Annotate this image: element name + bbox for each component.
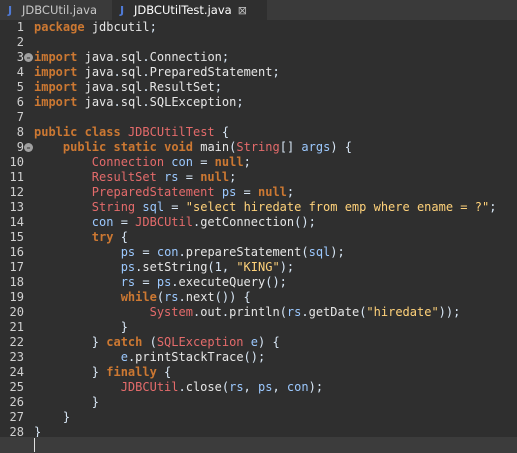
line-number: 1 — [16, 20, 24, 34]
line-number: 14 — [9, 215, 24, 229]
code-text: import java.sql.PreparedStatement; — [34, 65, 280, 79]
code-line[interactable]: 11 ResultSet rs = null; — [0, 170, 517, 185]
line-number: 11 — [9, 170, 24, 184]
code-line[interactable]: 24 } finally { — [0, 365, 517, 380]
code-line[interactable]: 23 e.printStackTrace(); — [0, 350, 517, 365]
line-number: 15 — [9, 230, 24, 244]
editor-tab-bar: J JDBCUtil.java J JDBCUtilTest.java ⊠ — [0, 0, 517, 21]
line-number: 21 — [9, 320, 24, 334]
text-cursor — [34, 438, 35, 452]
code-text: } catch (SQLException e) { — [34, 335, 280, 349]
code-text: con = JDBCUtil.getConnection(); — [91, 215, 316, 229]
code-text: JDBCUtil.close(rs, ps, con); — [120, 380, 324, 394]
code-line[interactable]: 15 try { — [0, 230, 517, 245]
code-editor-window: J JDBCUtil.java J JDBCUtilTest.java ⊠ 1p… — [0, 0, 517, 453]
line-number: 12 — [9, 185, 24, 199]
code-line[interactable]: 3– import java.sql.Connection; — [0, 50, 517, 65]
code-text: rs = ps.executeQuery(); — [120, 275, 287, 289]
line-number: 24 — [9, 365, 24, 379]
code-text: import java.sql.SQLException; — [34, 95, 244, 109]
line-number: 4 — [16, 65, 24, 79]
code-line[interactable]: 18 rs = ps.executeQuery(); — [0, 275, 517, 290]
code-line[interactable]: 14 con = JDBCUtil.getConnection(); — [0, 215, 517, 230]
code-text: import java.sql.ResultSet; — [34, 80, 222, 94]
code-line[interactable]: 25 JDBCUtil.close(rs, ps, con); — [0, 380, 517, 395]
code-area[interactable]: 1 package jdbcutil; 2 3– import java.sql.Con… — [0, 20, 517, 440]
tab-jdbcutil-java[interactable]: J JDBCUtil.java — [0, 0, 112, 20]
code-text: public static void main(String[] args) { — [62, 140, 353, 154]
code-line[interactable]: 17 ps.setString(1, "KING"); — [0, 260, 517, 275]
code-line[interactable]: 7 — [0, 110, 517, 125]
line-number: 16 — [9, 245, 24, 259]
tab-jdbcutiltest-java[interactable]: J JDBCUtilTest.java ⊠ — [112, 0, 267, 20]
code-text: e.printStackTrace(); — [120, 350, 266, 364]
line-number: 6 — [16, 95, 24, 109]
fold-toggle-icon[interactable]: – — [24, 53, 33, 62]
code-text: try { — [91, 230, 128, 244]
line-number: 13 — [9, 200, 24, 214]
code-line[interactable]: 21 } — [0, 320, 517, 335]
tab-label: JDBCUtil.java — [22, 3, 98, 17]
code-line[interactable]: 19 while(rs.next()) { — [0, 290, 517, 305]
line-number: 27 — [9, 410, 24, 424]
code-line[interactable]: 26 } — [0, 395, 517, 410]
line-number: 9 — [16, 140, 24, 154]
line-number: 23 — [9, 350, 24, 364]
fold-toggle-icon[interactable]: – — [24, 143, 33, 152]
code-text: public class JDBCUtilTest { — [34, 125, 230, 139]
code-text: } finally { — [34, 365, 172, 379]
code-line[interactable]: 2 — [0, 35, 517, 50]
line-number: 5 — [16, 80, 24, 94]
code-line[interactable]: 20 System.out.println(rs.getDate("hireda… — [0, 305, 517, 320]
code-text: System.out.println(rs.getDate("hiredate"… — [149, 305, 461, 319]
line-number: 22 — [9, 335, 24, 349]
code-line[interactable]: 1 package jdbcutil; — [0, 20, 517, 35]
code-line[interactable]: 27 } — [0, 410, 517, 425]
line-number: 2 — [16, 35, 24, 49]
code-text: Connection con = null; — [91, 155, 251, 169]
java-file-icon: J — [119, 3, 125, 17]
line-number: 18 — [9, 275, 24, 289]
code-text: PreparedStatement ps = null; — [91, 185, 295, 199]
code-text: ps.setString(1, "KING"); — [120, 260, 295, 274]
close-icon[interactable]: ⊠ — [238, 4, 247, 17]
java-file-icon: J — [7, 3, 13, 17]
horizontal-scrollbar[interactable] — [0, 437, 517, 453]
code-line[interactable]: 10 Connection con = null; — [0, 155, 517, 170]
line-number: 7 — [16, 110, 24, 124]
code-line[interactable]: 22 } catch (SQLException e) { — [0, 335, 517, 350]
code-text: ps = con.prepareStatement(sql); — [120, 245, 345, 259]
code-text: while(rs.next()) { — [120, 290, 251, 304]
line-number: 20 — [9, 305, 24, 319]
line-number: 26 — [9, 395, 24, 409]
line-number: 19 — [9, 290, 24, 304]
line-number: 10 — [9, 155, 24, 169]
code-text: } — [34, 320, 128, 334]
code-text: ResultSet rs = null; — [91, 170, 237, 184]
code-line[interactable]: 12 PreparedStatement ps = null; — [0, 185, 517, 200]
code-text: package jdbcutil; — [34, 20, 157, 34]
line-number: 3 — [16, 50, 24, 64]
tab-label: JDBCUtilTest.java — [134, 3, 232, 17]
code-text: import java.sql.Connection; — [34, 50, 230, 64]
code-line[interactable]: 13 String sql = "select hiredate from em… — [0, 200, 517, 215]
code-line[interactable]: 5 import java.sql.ResultSet; — [0, 80, 517, 95]
code-line[interactable]: 6 import java.sql.SQLException; — [0, 95, 517, 110]
line-number: 17 — [9, 260, 24, 274]
code-line[interactable]: 4 import java.sql.PreparedStatement; — [0, 65, 517, 80]
code-text: String sql = "select hiredate from emp w… — [91, 200, 497, 214]
line-number: 8 — [16, 125, 24, 139]
line-number: 25 — [9, 380, 24, 394]
code-line[interactable]: 8 public class JDBCUtilTest { — [0, 125, 517, 140]
code-text: } — [34, 395, 100, 409]
code-text: } — [34, 410, 71, 424]
code-line[interactable]: 16 ps = con.prepareStatement(sql); — [0, 245, 517, 260]
code-line[interactable]: 9– public static void main(String[] args… — [0, 140, 517, 155]
